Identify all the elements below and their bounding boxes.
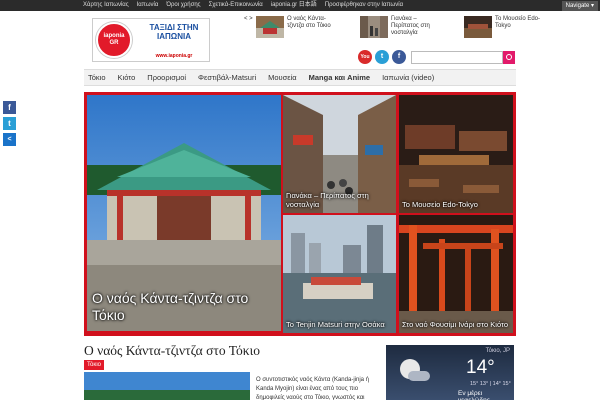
logo-slogan: ΤΑΞΙΔΙ ΣΤΗΝ ΙΑΠΩΝΙΑ: [149, 23, 199, 41]
logo-circle: iaponia GR: [96, 22, 132, 58]
share-icon[interactable]: <: [3, 133, 16, 146]
featured-caption: Το Tenjin Matsuri στην Οσάκα: [286, 320, 385, 329]
nav-item-manga-anime[interactable]: Manga και Anime: [303, 70, 376, 85]
top-link-about[interactable]: Σχετικά-Επικοινωνία: [209, 0, 263, 11]
share-facebook-icon[interactable]: f: [3, 101, 16, 114]
social-links: You t f: [358, 50, 406, 64]
recent-item[interactable]: Ο ναός Κάντα-τζιντζα στο Τόκιο: [256, 16, 340, 44]
weather-condition: Εν μέρει νεφελώδης: [458, 390, 490, 400]
featured-grid: Ο ναός Κάντα-τζιντζα στο Τόκιο Γιανάκα –…: [84, 92, 516, 336]
post-title[interactable]: Ο ναός Κάντα-τζιντζα στο Τόκιο: [84, 343, 260, 359]
search-icon[interactable]: [503, 51, 515, 64]
post-category-tag[interactable]: Τόκιο: [84, 360, 105, 370]
featured-tile[interactable]: Γιανάκα – Περίπατος στη νοσταλγία: [283, 95, 396, 213]
recent-thumb: [256, 16, 284, 38]
top-link-offers[interactable]: Προσφέρθηκαν στην Ιαπωνία: [325, 0, 403, 11]
recent-title: Γιανάκα – Περίπατος στη νοσταλγία: [391, 16, 430, 36]
weather-hilo: 15° 13° | 14° 15°: [470, 381, 511, 387]
recent-title: Ο ναός Κάντα-τζιντζα στο Τόκιο: [287, 16, 331, 29]
cloud-icon: [408, 371, 430, 381]
featured-tile[interactable]: Το Tenjin Matsuri στην Οσάκα: [283, 215, 396, 333]
recent-title: Το Μουσείο Edo-Tokyo: [495, 16, 541, 29]
navigate-label: Navigate: [565, 3, 590, 9]
recent-item[interactable]: Γιανάκα – Περίπατος στη νοσταλγία: [360, 16, 444, 44]
nav-item-tokyo[interactable]: Τόκιο: [84, 70, 112, 85]
main-nav: Τόκιο Κιότο Προορισμοί Φεστιβάλ-Matsuri …: [84, 69, 516, 86]
youtube-icon[interactable]: You: [358, 50, 372, 64]
recent-arrows[interactable]: < >: [244, 16, 253, 22]
share-bar: f t <: [3, 101, 16, 146]
featured-image: [399, 215, 513, 333]
site-logo[interactable]: iaponia GR ΤΑΞΙΔΙ ΣΤΗΝ ΙΑΠΩΝΙΑ www.iapon…: [92, 18, 210, 62]
navigate-dropdown[interactable]: Navigate ▾: [561, 1, 598, 11]
featured-caption: Ο ναός Κάντα-τζιντζα στο Τόκιο: [92, 290, 249, 323]
top-link-terms[interactable]: Όροι χρήσης: [166, 0, 200, 11]
recent-thumb: [360, 16, 388, 38]
top-links: Χάρτης Ιαπωνίας Ιαπωνία Όροι χρήσης Σχετ…: [83, 0, 403, 11]
recent-thumb: [464, 16, 492, 38]
nav-item-destinations[interactable]: Προορισμοί: [141, 70, 192, 85]
weather-location: Τόκιο, JP: [485, 348, 510, 354]
featured-caption: Το Μουσείο Edo-Tokyo: [402, 200, 478, 209]
share-twitter-icon[interactable]: t: [3, 117, 16, 130]
logo-url: www.iaponia.gr: [155, 53, 193, 59]
nav-item-kyoto[interactable]: Κιότο: [112, 70, 142, 85]
top-link-japan[interactable]: Ιαπωνία: [137, 0, 159, 11]
featured-image: [283, 215, 396, 333]
post-image: [84, 372, 250, 400]
weather-widget: Τόκιο, JP 14° 15° 13° | 14° 15° Εν μέρει…: [386, 345, 514, 400]
featured-caption: Γιανάκα – Περίπατος στη νοσταλγία: [286, 191, 369, 209]
top-link-map[interactable]: Χάρτης Ιαπωνίας: [83, 0, 129, 11]
twitter-icon[interactable]: t: [375, 50, 389, 64]
featured-tile[interactable]: Στο ναό Φουσίμι Ινάρι στο Κιότο: [399, 215, 513, 333]
logo-brand: iaponia: [103, 33, 125, 39]
facebook-icon[interactable]: f: [392, 50, 406, 64]
recent-posts-slider: < > Ο ναός Κάντα-τζιντζα στο Τόκιο Γιανά…: [244, 16, 548, 44]
featured-tile[interactable]: Το Μουσείο Edo-Tokyo: [399, 95, 513, 213]
nav-item-video[interactable]: Ιαπωνία (video): [376, 70, 440, 85]
nav-item-museums[interactable]: Μουσεία: [262, 70, 303, 85]
post-excerpt: Ο συντοτιστικός ναός Κάντα (Kanda-jinja …: [256, 377, 369, 400]
recent-item[interactable]: Το Μουσείο Edo-Tokyo: [464, 16, 548, 44]
weather-temperature: 14°: [466, 357, 495, 378]
featured-image: [399, 95, 513, 213]
logo-brand-suffix: GR: [109, 40, 119, 46]
featured-caption: Στο ναό Φουσίμι Ινάρι στο Κιότο: [402, 320, 509, 329]
featured-tile[interactable]: Ο ναός Κάντα-τζιντζα στο Τόκιο: [87, 95, 281, 331]
top-link-jp[interactable]: iaponia.gr 日本語: [271, 0, 317, 11]
search-input[interactable]: [411, 51, 503, 64]
post-thumbnail[interactable]: [84, 372, 250, 400]
nav-item-festivals[interactable]: Φεστιβάλ-Matsuri: [192, 70, 262, 85]
top-bar: Χάρτης Ιαπωνίας Ιαπωνία Όροι χρήσης Σχετ…: [0, 0, 600, 11]
